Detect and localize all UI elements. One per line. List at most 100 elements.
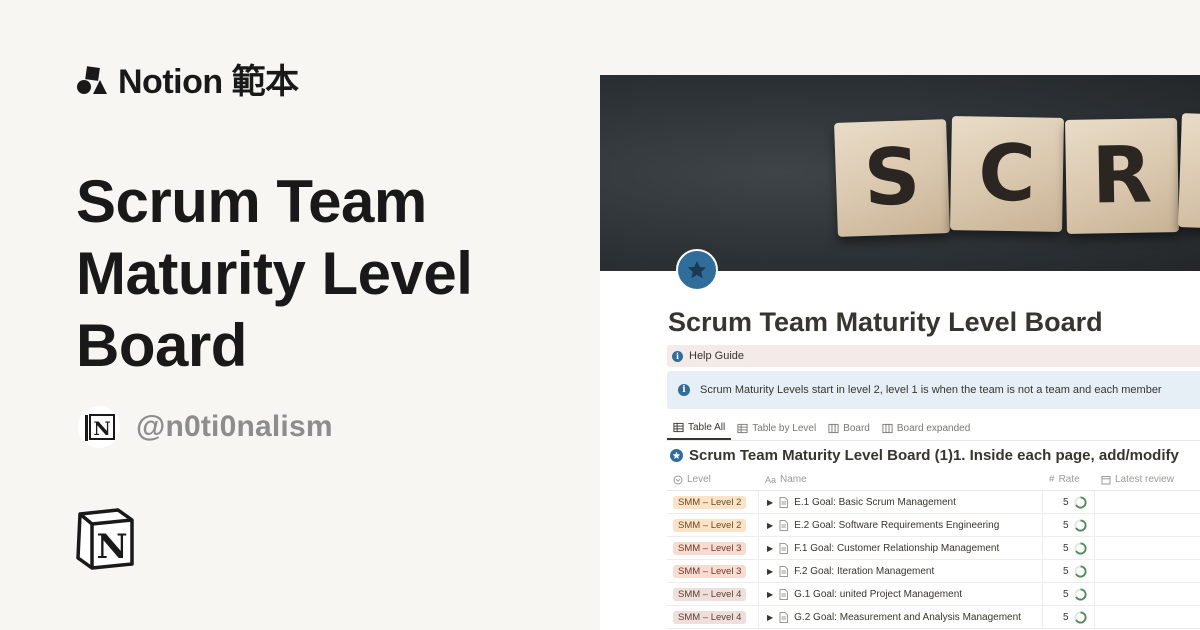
view-tabs: Table All Table by Level Board Board exp… xyxy=(667,417,1200,441)
table-row[interactable]: SMM – Level 4 ▶ G.1 Goal: united Project M… xyxy=(667,582,1200,606)
info-icon: i xyxy=(678,384,690,396)
expand-caret-icon[interactable]: ▶ xyxy=(767,498,773,507)
rate-cell[interactable]: 5 xyxy=(1043,513,1095,537)
level-badge: SMM – Level 4 xyxy=(673,587,747,601)
brand: Notion 範本 xyxy=(76,64,299,100)
progress-ring-icon xyxy=(1074,518,1087,532)
page-name: G.1 Goal: united Project Management xyxy=(794,588,963,600)
board-icon xyxy=(828,423,839,434)
level-cell[interactable]: SMM – Level 4 xyxy=(667,605,759,629)
page-preview: S C R U Scrum Team Maturity Level Board … xyxy=(600,75,1200,630)
table-row[interactable]: SMM – Level 2 ▶ E.1 Goal: Basic Scrum Mana… xyxy=(667,490,1200,514)
rate-cell[interactable]: 5 xyxy=(1043,582,1095,606)
board-icon xyxy=(882,423,893,434)
rate-value: 5 xyxy=(1063,542,1069,554)
rate-value: 5 xyxy=(1063,588,1069,600)
tab-board-expanded[interactable]: Board expanded xyxy=(876,417,976,440)
tab-board[interactable]: Board xyxy=(822,417,876,440)
column-rate[interactable]: # Rate xyxy=(1043,474,1095,485)
latest-review-cell[interactable] xyxy=(1095,537,1200,560)
table-row[interactable]: SMM – Level 3 ▶ F.2 Goal: Iteration Manage… xyxy=(667,559,1200,583)
letter-tile: S xyxy=(834,119,950,237)
level-badge: SMM – Level 2 xyxy=(673,495,747,509)
cover-image: S C R U xyxy=(600,75,1200,271)
name-cell[interactable]: ▶ G.2 Goal: Measurement and Analysis Mana… xyxy=(759,605,1043,629)
select-icon xyxy=(673,475,683,484)
svg-text:N: N xyxy=(96,527,127,567)
svg-text:N: N xyxy=(93,418,110,440)
progress-ring-icon xyxy=(1074,610,1087,624)
rate-cell[interactable]: 5 xyxy=(1043,490,1095,514)
level-badge: SMM – Level 3 xyxy=(673,564,747,578)
table-header: Level Aa Name # Rate Latest review xyxy=(667,469,1200,491)
table-row[interactable]: SMM – Level 4 ▶ G.2 Goal: Measurement and … xyxy=(667,605,1200,629)
calendar-icon xyxy=(1101,475,1111,484)
expand-caret-icon[interactable]: ▶ xyxy=(767,613,773,622)
star-page-icon[interactable] xyxy=(676,249,718,291)
rate-cell[interactable]: 5 xyxy=(1043,536,1095,560)
document-icon xyxy=(779,565,789,577)
rate-cell[interactable]: 5 xyxy=(1043,559,1095,583)
level-cell[interactable]: SMM – Level 4 xyxy=(667,582,759,606)
progress-ring-icon xyxy=(1074,495,1087,509)
name-cell[interactable]: ▶ E.1 Goal: Basic Scrum Management xyxy=(759,490,1043,514)
rate-value: 5 xyxy=(1063,496,1069,508)
document-icon xyxy=(779,588,789,600)
latest-review-cell[interactable] xyxy=(1095,560,1200,583)
info-icon: i xyxy=(672,350,683,362)
progress-ring-icon xyxy=(1074,587,1087,601)
column-label: Rate xyxy=(1058,474,1080,485)
shapes-logo-icon xyxy=(77,66,107,94)
latest-review-cell[interactable] xyxy=(1095,583,1200,606)
table-icon xyxy=(673,422,684,433)
tab-table-all[interactable]: Table All xyxy=(667,417,732,440)
level-cell[interactable]: SMM – Level 2 xyxy=(667,490,759,514)
column-level[interactable]: Level xyxy=(667,474,759,485)
tab-table-by-level[interactable]: Table by Level xyxy=(731,417,822,440)
column-latest-review[interactable]: Latest review xyxy=(1095,474,1200,485)
progress-ring-icon xyxy=(1074,564,1087,578)
latest-review-cell[interactable] xyxy=(1095,514,1200,537)
page-title: Scrum Team Maturity Level Board xyxy=(668,307,1103,337)
name-cell[interactable]: ▶ G.1 Goal: united Project Management xyxy=(759,582,1043,606)
column-label: Latest review xyxy=(1115,474,1174,485)
letter-tile: U xyxy=(1178,113,1200,231)
page-name: E.1 Goal: Basic Scrum Management xyxy=(794,496,956,508)
expand-caret-icon[interactable]: ▶ xyxy=(767,567,773,576)
notion-avatar-icon: N xyxy=(85,414,115,441)
latest-review-cell[interactable] xyxy=(1095,606,1200,629)
rate-cell[interactable]: 5 xyxy=(1043,605,1095,629)
page-heading: Scrum Team Maturity Level Board xyxy=(76,168,473,379)
page-name: F.1 Goal: Customer Relationship Manageme… xyxy=(794,542,1000,554)
brand-text: Notion 範本 xyxy=(118,63,299,101)
tab-label: Table by Level xyxy=(752,423,817,434)
name-cell[interactable]: ▶ E.2 Goal: Software Requirements Enginee… xyxy=(759,513,1043,537)
star-icon xyxy=(670,449,683,462)
author[interactable]: N @n0ti0nalism xyxy=(78,406,333,448)
page-name: F.2 Goal: Iteration Management xyxy=(794,565,935,577)
help-guide-label: Help Guide xyxy=(689,350,745,362)
table-row[interactable]: SMM – Level 2 ▶ E.2 Goal: Software Require… xyxy=(667,513,1200,537)
table-row[interactable]: SMM – Level 3 ▶ F.1 Goal: Customer Relatio… xyxy=(667,536,1200,560)
document-icon xyxy=(779,519,789,531)
level-cell[interactable]: SMM – Level 3 xyxy=(667,559,759,583)
database-table: Level Aa Name # Rate Latest review SMM –… xyxy=(667,469,1200,629)
table-icon xyxy=(737,423,748,434)
latest-review-cell[interactable] xyxy=(1095,491,1200,514)
page-name: E.2 Goal: Software Requirements Engineer… xyxy=(794,519,1000,531)
name-cell[interactable]: ▶ F.1 Goal: Customer Relationship Managem… xyxy=(759,536,1043,560)
level-cell[interactable]: SMM – Level 2 xyxy=(667,513,759,537)
letter-tile: R xyxy=(1065,118,1179,234)
rate-value: 5 xyxy=(1063,519,1069,531)
text-type-icon: Aa xyxy=(765,474,777,485)
level-cell[interactable]: SMM – Level 3 xyxy=(667,536,759,560)
expand-caret-icon[interactable]: ▶ xyxy=(767,590,773,599)
level-badge: SMM – Level 4 xyxy=(673,610,747,624)
column-label: Level xyxy=(687,474,711,485)
help-guide-toggle[interactable]: i Help Guide xyxy=(667,345,1200,367)
expand-caret-icon[interactable]: ▶ xyxy=(767,521,773,530)
expand-caret-icon[interactable]: ▶ xyxy=(767,544,773,553)
column-name[interactable]: Aa Name xyxy=(759,474,1043,485)
name-cell[interactable]: ▶ F.2 Goal: Iteration Management xyxy=(759,559,1043,583)
database-title[interactable]: Scrum Team Maturity Level Board (1)1. In… xyxy=(670,447,1179,464)
